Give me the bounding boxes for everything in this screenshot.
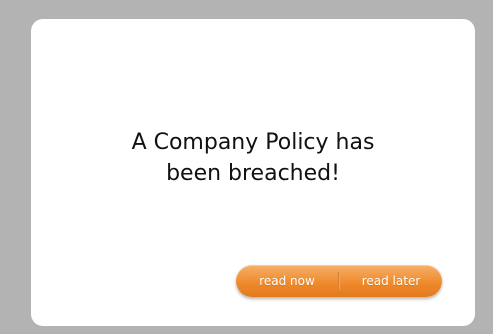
alert-message-line-1: A Company Policy has [131, 130, 375, 155]
read-now-button[interactable]: read now [236, 265, 338, 297]
alert-message-line-2: been breached! [166, 161, 340, 186]
action-button-group: read now read later [236, 265, 442, 297]
alert-card: A Company Policy has been breached! read… [31, 19, 475, 326]
alert-message: A Company Policy has been breached! [31, 127, 475, 189]
read-later-button[interactable]: read later [340, 265, 442, 297]
